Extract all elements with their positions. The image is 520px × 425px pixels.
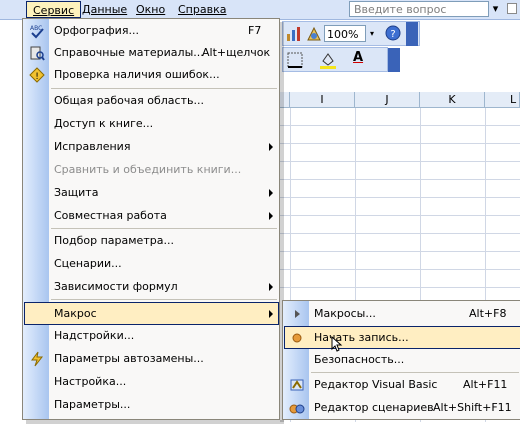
menu-item-scenarios[interactable]: Сценарии... — [24, 253, 279, 275]
menu-item-goal-seek[interactable]: Подбор параметра... — [24, 230, 279, 252]
menu-help[interactable]: Справка — [172, 1, 232, 18]
borders-icon[interactable] — [287, 52, 303, 68]
ask-question-input[interactable]: Введите вопрос — [349, 1, 489, 17]
column-header[interactable]: K — [420, 92, 485, 108]
zoom-select[interactable]: 100% — [324, 25, 366, 42]
menu-item-collaboration[interactable]: Совместная работа — [24, 205, 279, 227]
menu-item-share-workbook[interactable]: Доступ к книге... — [24, 113, 279, 135]
menu-item-formula-auditing[interactable]: Зависимости формул — [24, 276, 279, 298]
vb-editor-icon — [290, 379, 304, 391]
menu-bar: Сервис Данные Окно Справка Введите вопро… — [0, 0, 520, 20]
submenu-arrow-icon — [269, 189, 273, 197]
macro-submenu: Макросы... Alt+F8 Начать запись... Безоп… — [282, 300, 520, 420]
menu-item-script-editor[interactable]: Редактор сценариев Alt+Shift+F11 — [284, 397, 520, 419]
autocorrect-icon — [31, 351, 44, 367]
spellcheck-icon: ABC — [30, 25, 44, 39]
help-icon[interactable]: ? — [385, 25, 401, 41]
toolbar-options-icon[interactable] — [406, 22, 418, 46]
menu-item-compare-merge: Сравнить и объединить книги... — [54, 163, 242, 176]
menu-item-start-recording[interactable]: Начать запись... — [284, 326, 520, 352]
menu-item-macros[interactable]: Макросы... Alt+F8 — [284, 303, 520, 325]
menu-item-error-check[interactable]: ! Проверка наличия ошибок... — [24, 64, 279, 86]
menu-data[interactable]: Данные — [76, 1, 133, 18]
window-minimize-button[interactable] — [507, 3, 517, 14]
menu-item-security[interactable]: Безопасность... — [284, 349, 520, 371]
toolbar-options-icon-2[interactable] — [388, 48, 400, 72]
column-header[interactable]: J — [355, 92, 420, 108]
drawing-icon[interactable] — [305, 25, 323, 43]
submenu-arrow-icon — [269, 143, 273, 151]
menu-item-shared-workspace[interactable]: Общая рабочая область... — [24, 90, 279, 112]
script-editor-icon — [289, 404, 305, 414]
menu-item-addins[interactable]: Надстройки... — [24, 325, 279, 347]
menu-item-spelling[interactable]: ABC Орфография... F7 — [24, 20, 279, 42]
menu-item-protection[interactable]: Защита — [24, 182, 279, 204]
column-header[interactable]: I — [290, 92, 355, 108]
menu-item-vb-editor[interactable]: Редактор Visual Basic Alt+F11 — [284, 374, 520, 396]
research-icon — [30, 46, 45, 61]
zoom-dropdown-icon[interactable]: ▾ — [366, 25, 378, 42]
menu-window[interactable]: Окно — [130, 1, 171, 18]
font-color-icon[interactable]: A — [353, 50, 363, 65]
submenu-arrow-icon — [269, 212, 273, 220]
column-header[interactable]: L — [485, 92, 520, 108]
run-macro-icon — [295, 310, 300, 318]
ask-dropdown-icon[interactable]: ▾ — [490, 2, 501, 16]
service-menu: ABC Орфография... F7 Справочные материал… — [22, 18, 280, 420]
menu-item-customize[interactable]: Настройка... — [24, 371, 279, 393]
menu-item-track-changes[interactable]: Исправления — [24, 136, 279, 158]
menu-item-macro[interactable]: Макрос — [24, 302, 279, 325]
record-icon — [292, 333, 302, 343]
chart-wizard-icon[interactable] — [286, 26, 302, 42]
error-check-icon: ! — [29, 67, 45, 83]
svg-text:!: ! — [35, 72, 39, 82]
formatting-toolbar: A — [282, 47, 388, 72]
menu-item-research[interactable]: Справочные материалы... Alt+щелчок — [24, 42, 279, 64]
svg-text:?: ? — [390, 29, 395, 40]
submenu-arrow-icon — [269, 283, 273, 291]
fill-color-icon[interactable] — [319, 51, 337, 69]
menu-item-autocorrect[interactable]: Параметры автозамены... — [24, 348, 279, 370]
submenu-arrow-icon — [269, 310, 273, 318]
menu-service[interactable]: Сервис — [26, 1, 82, 18]
menu-item-options[interactable]: Параметры... — [24, 394, 279, 416]
